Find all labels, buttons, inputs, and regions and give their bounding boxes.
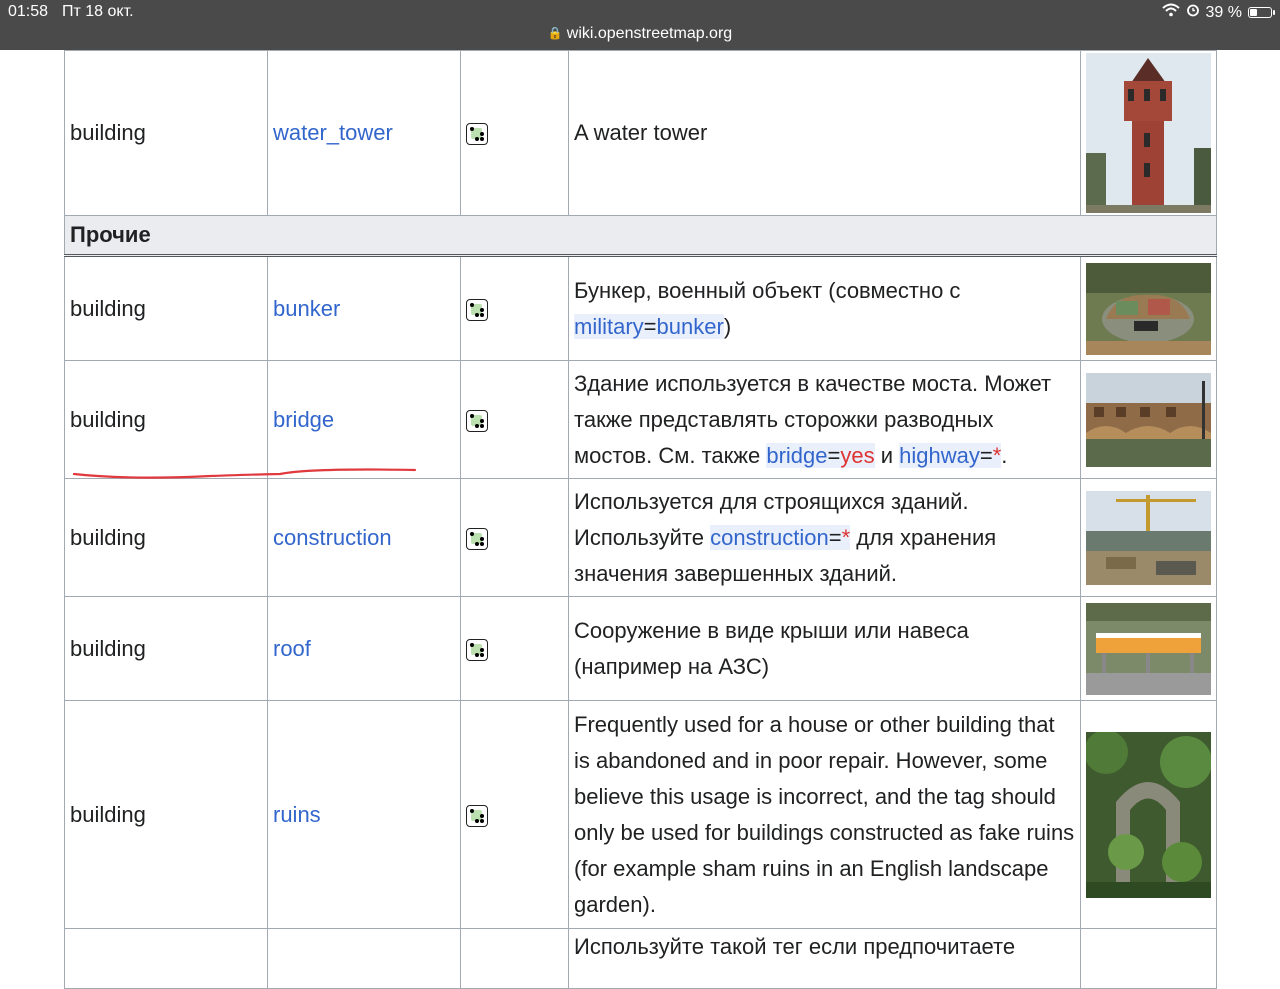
table-row: building water_tower A water tower — [64, 50, 1217, 216]
description-cell: Frequently used for a house or other bui… — [568, 700, 1081, 929]
battery-icon — [1248, 7, 1275, 18]
key-cell: building — [64, 478, 268, 597]
equals-sign: = — [979, 442, 993, 468]
table-row: building ruins Frequently used for a hou… — [64, 700, 1217, 929]
tag-value-link[interactable]: bunker — [657, 314, 724, 339]
desc-text: Бункер, военный объект (совместно с — [574, 277, 961, 303]
value-link[interactable]: bridge — [273, 407, 334, 432]
value-link[interactable]: ruins — [273, 802, 321, 827]
battery-percent: 39 % — [1205, 3, 1242, 21]
description-cell: Используется для строящихся зданий. Испо… — [568, 478, 1081, 597]
image-cell — [1080, 360, 1217, 479]
element-cell — [460, 700, 569, 929]
tag-key-link[interactable]: construction — [710, 525, 829, 550]
value-link[interactable]: construction — [273, 525, 392, 550]
wifi-icon — [1161, 3, 1180, 22]
section-title: Прочие — [64, 215, 1217, 257]
image-cell — [1080, 255, 1217, 361]
conjunction: и — [874, 442, 900, 468]
key-cell: building — [64, 596, 268, 701]
image-cell — [1080, 50, 1217, 216]
node-type-icon[interactable] — [466, 527, 488, 550]
element-cell — [460, 255, 569, 361]
ruins-photo[interactable] — [1086, 731, 1211, 898]
desc-text-end: . — [1001, 442, 1008, 468]
table-row: building bunker Бункер, военный объект (… — [64, 255, 1217, 361]
status-bar: 01:58 Пт 18 окт. 39 % 🔒 wiki.openstreetma… — [0, 0, 1280, 50]
element-cell — [460, 360, 569, 479]
image-cell — [1080, 478, 1217, 597]
status-date: Пт 18 окт. — [62, 3, 134, 20]
value-link[interactable]: water_tower — [273, 120, 393, 145]
equals-sign: = — [643, 313, 657, 339]
key-cell: building — [64, 360, 268, 479]
tag-value-link[interactable]: yes — [840, 443, 874, 468]
key-cell: building — [64, 255, 268, 361]
table-row: building bridge Здание используется в ка… — [64, 360, 1217, 479]
equals-sign: = — [828, 524, 842, 550]
element-cell — [460, 928, 569, 989]
node-type-icon[interactable] — [466, 298, 488, 321]
value-cell: roof — [267, 596, 461, 701]
table-row: building roof Сооружение в виде крыши ил… — [64, 596, 1217, 701]
value-cell: ruins — [267, 700, 461, 929]
element-cell — [460, 50, 569, 216]
bunker-photo[interactable] — [1086, 262, 1211, 355]
status-time: 01:58 — [8, 3, 49, 20]
status-right-group: 39 % — [1161, 3, 1275, 22]
water-tower-photo[interactable] — [1086, 53, 1211, 213]
description-cell: Используйте такой тег если предпочитаете — [568, 928, 1081, 989]
desc-text-end: ) — [723, 313, 732, 339]
bridge-photo[interactable] — [1086, 372, 1211, 467]
key-cell: building — [64, 700, 268, 929]
tag-key-link[interactable]: bridge — [766, 443, 827, 468]
description-cell: A water tower — [568, 50, 1081, 216]
key-cell — [64, 928, 268, 989]
node-type-icon[interactable] — [466, 638, 488, 661]
description-cell: Здание используется в качестве моста. Мо… — [568, 360, 1081, 479]
description-cell: Бункер, военный объект (совместно с mili… — [568, 255, 1081, 361]
value-link[interactable]: bunker — [273, 296, 340, 321]
url-text: wiki.openstreetmap.org — [566, 25, 733, 42]
value-cell: water_tower — [267, 50, 461, 216]
node-type-icon[interactable] — [466, 123, 488, 146]
tag-table-container: building water_tower A water tower Прочи… — [64, 50, 1217, 989]
tag-key-link[interactable]: military — [574, 314, 644, 339]
alarm-icon — [1186, 3, 1200, 22]
node-type-icon[interactable] — [466, 804, 488, 827]
node-type-icon[interactable] — [466, 409, 488, 432]
roof-photo[interactable] — [1086, 602, 1211, 695]
tag-table: building water_tower A water tower Прочи… — [64, 50, 1217, 989]
element-cell — [460, 478, 569, 597]
lock-icon: 🔒 — [547, 26, 563, 40]
address-bar[interactable]: 🔒 wiki.openstreetmap.org — [0, 25, 1280, 43]
wildcard-value: * — [841, 524, 851, 550]
value-cell — [267, 928, 461, 989]
section-row: Прочие — [64, 215, 1217, 257]
tag-key-link[interactable]: highway — [899, 443, 980, 468]
equals-sign: = — [827, 442, 841, 468]
value-cell: construction — [267, 478, 461, 597]
image-cell — [1080, 596, 1217, 701]
value-cell: bridge — [267, 360, 461, 479]
table-row: building construction Используется для с… — [64, 478, 1217, 597]
construction-photo[interactable] — [1086, 490, 1211, 585]
key-cell: building — [64, 50, 268, 216]
table-row: Используйте такой тег если предпочитаете — [64, 928, 1217, 989]
element-cell — [460, 596, 569, 701]
image-cell — [1080, 928, 1217, 989]
description-cell: Сооружение в виде крыши или навеса (напр… — [568, 596, 1081, 701]
value-cell: bunker — [267, 255, 461, 361]
value-link[interactable]: roof — [273, 636, 311, 661]
image-cell — [1080, 700, 1217, 929]
wildcard-value: * — [992, 442, 1002, 468]
